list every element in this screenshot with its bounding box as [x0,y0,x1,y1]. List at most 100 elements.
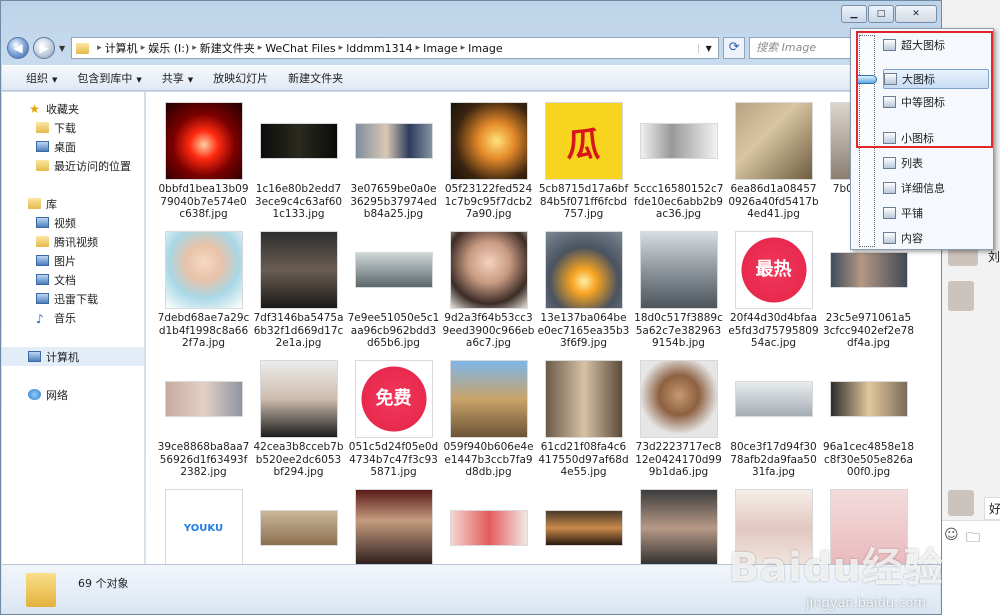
file-name: 5cb8715d17a6bf84b5f071ff6fcbd757.jpg [538,183,629,220]
address-dropdown-icon[interactable]: ▼ [698,43,718,53]
file-item[interactable]: 73d2223717ec812e0424170d999b1da6.jpg [631,360,726,489]
share-label: 共享 [161,72,184,85]
nav-favorites[interactable]: ★ 收藏夹 [2,99,144,118]
file-item[interactable]: 6ea86d1a084570926a40fd5417b4ed41.jpg [726,102,821,231]
breadcrumb-separator-icon[interactable]: ▸ [97,43,102,53]
file-item[interactable]: 9d2a3f64b53cc39eed3900c966eba6c7.jpg [441,231,536,360]
breadcrumb-separator-icon[interactable]: ▸ [141,43,146,53]
image-thumbnail [355,253,432,287]
file-item[interactable]: 80ce3f17d94f3078afb2da9faa5031fa.jpg [726,360,821,489]
file-item[interactable]: 7df3146ba5475a6b32f1d669d17c2e1a.jpg [251,231,346,360]
nav-pictures[interactable]: 图片 [2,251,144,270]
view-list[interactable]: 列表 [883,153,989,173]
file-item[interactable] [536,489,631,564]
folder-icon[interactable]: 🗀 [966,527,980,551]
network-icon [28,389,41,400]
file-item[interactable]: 05f23122fed5241c7b9c95f7dcb27a90.jpg [441,102,536,231]
breadcrumb-drive[interactable]: 娱乐 (I:) [148,40,189,56]
chat-input-area[interactable]: ☺ 🗀 [942,520,1000,615]
slideshow-button[interactable]: 放映幻灯片 [203,70,278,86]
nav-xunlei[interactable]: 迅雷下载 [2,289,144,308]
breadcrumb-wechat-files[interactable]: WeChat Files [265,42,335,55]
image-thumbnail [355,124,432,158]
nav-videos[interactable]: 视频 [2,213,144,232]
breadcrumb-image[interactable]: Image [423,42,457,55]
view-tiles[interactable]: 平铺 [883,203,989,223]
music-icon: ♪ [36,312,44,326]
image-thumbnail [260,124,337,158]
view-details[interactable]: 详细信息 [883,178,989,198]
breadcrumb-separator-icon[interactable]: ▸ [461,43,466,53]
file-name: 18d0c517f3889c5a62c7e3829639154b.jpg [634,312,723,349]
thumbnail-frame [734,102,814,180]
breadcrumb-separator-icon[interactable]: ▸ [192,43,197,53]
file-item[interactable]: 39ce8868ba8aa756926d1f63493f2382.jpg [156,360,251,489]
close-button[interactable]: ✕ [895,5,937,23]
nav-network[interactable]: 网络 [2,385,144,404]
emoji-icon[interactable]: ☺ [944,527,959,543]
file-item[interactable]: 13e137ba064bee0ec7165ea35b33f6f9.jpg [536,231,631,360]
breadcrumb-computer[interactable]: 计算机 [105,40,138,56]
breadcrumb-separator-icon[interactable]: ▸ [339,43,344,53]
file-item[interactable]: 23c5e971061a53cfcc9402ef2e78df4a.jpg [821,231,916,360]
breadcrumb-separator-icon[interactable]: ▸ [258,43,263,53]
address-bar[interactable]: ▸ 计算机 ▸ 娱乐 (I:) ▸ 新建文件夹 ▸ WeChat Files ▸… [71,37,720,59]
refresh-button[interactable]: ⟳ [723,37,746,59]
file-item[interactable]: YOUKU [156,489,251,564]
file-item[interactable]: 7debd68ae7a29cd1b4f1998c8a662f7a.jpg [156,231,251,360]
file-name: 1c16e80b2edd73ece9c4c63af601c133.jpg [254,183,343,220]
file-item[interactable] [631,489,726,564]
nav-recent[interactable]: 最近访问的位置 [2,156,144,175]
nav-documents-label: 文档 [54,273,76,287]
nav-desktop[interactable]: 桌面 [2,137,144,156]
maximize-button[interactable]: □ [868,5,894,23]
file-name: 61cd21f08fa4c6417550d97af68d4e55.jpg [538,441,629,478]
file-item[interactable]: 最热 20f44d30d4bfaae5fd3d7579580954ac.jpg [726,231,821,360]
share-menu[interactable]: 共享 ▼ [152,70,203,86]
breadcrumb-user[interactable]: lddmm1314 [346,42,412,55]
file-item[interactable]: 免费 051c5d24f05e0d4734b7c47f3c935871.jpg [346,360,441,489]
file-item[interactable]: 7e9ee51050e5c1aa96cb962bdd3d65b6.jpg [346,231,441,360]
thumbnail-text: 最热 [755,259,792,280]
watermark-url: jingyan.baidu.com [806,596,926,611]
file-item[interactable]: 5ccc16580152c7fde10ec6abb2b9ac36.jpg [631,102,726,231]
file-item[interactable]: 1c16e80b2edd73ece9c4c63af601c133.jpg [251,102,346,231]
organize-menu[interactable]: 组织 ▼ [16,70,67,86]
file-item[interactable]: 18d0c517f3889c5a62c7e3829639154b.jpg [631,231,726,360]
file-item[interactable]: 96a1cec4858e18c8f30e505e826a00f0.jpg [821,360,916,489]
file-item[interactable]: 42cea3b8cceb7bb520ee2dc6053bf294.jpg [251,360,346,489]
file-item[interactable] [441,489,536,564]
file-item[interactable] [346,489,441,564]
file-item[interactable]: 059f940b606e4ee1447b3ccb7fa9d8db.jpg [441,360,536,489]
image-thumbnail: 免费 [355,361,432,437]
nav-computer[interactable]: 计算机 [2,347,144,366]
file-item[interactable] [251,489,346,564]
watermark-logo: Baidu经验 [728,545,944,591]
file-item[interactable]: 3e07659be0a0e36295b37974edb84a25.jpg [346,102,441,231]
include-library-menu[interactable]: 包含到库中 ▼ [67,70,151,86]
nav-documents[interactable]: 文档 [2,270,144,289]
view-list-label: 列表 [901,157,923,170]
breadcrumb-separator-icon[interactable]: ▸ [416,43,421,53]
file-name: 23c5e971061a53cfcc9402ef2e78df4a.jpg [822,312,915,349]
nav-downloads[interactable]: 下载 [2,118,144,137]
view-content[interactable]: 内容 [883,228,989,248]
minimize-button[interactable]: ▁ [841,5,867,23]
breadcrumb-image-current[interactable]: Image [468,42,502,55]
file-item[interactable]: 瓜 5cb8715d17a6bf84b5f071ff6fcbd757.jpg [536,102,631,231]
library-icon [28,198,41,209]
nav-music[interactable]: ♪ 音乐 [2,308,144,327]
thumbnail-frame [259,102,339,180]
nav-library[interactable]: 库 [2,194,144,213]
thumbnail-frame [544,360,624,438]
file-item[interactable]: 61cd21f08fa4c6417550d97af68d4e55.jpg [536,360,631,489]
back-button[interactable]: ◀ [7,37,29,59]
nav-tencent-video[interactable]: 腾讯视频 [2,232,144,251]
computer-icon [28,351,41,362]
new-folder-button[interactable]: 新建文件夹 [278,70,353,86]
file-item[interactable]: 0bbfd1bea13b0979040b7e574e0c638f.jpg [156,102,251,231]
breadcrumb-new-folder[interactable]: 新建文件夹 [200,40,255,56]
forward-button[interactable]: ▶ [33,37,55,59]
recent-pages-dropdown-icon[interactable]: ▼ [59,44,65,53]
image-thumbnail [640,232,717,308]
